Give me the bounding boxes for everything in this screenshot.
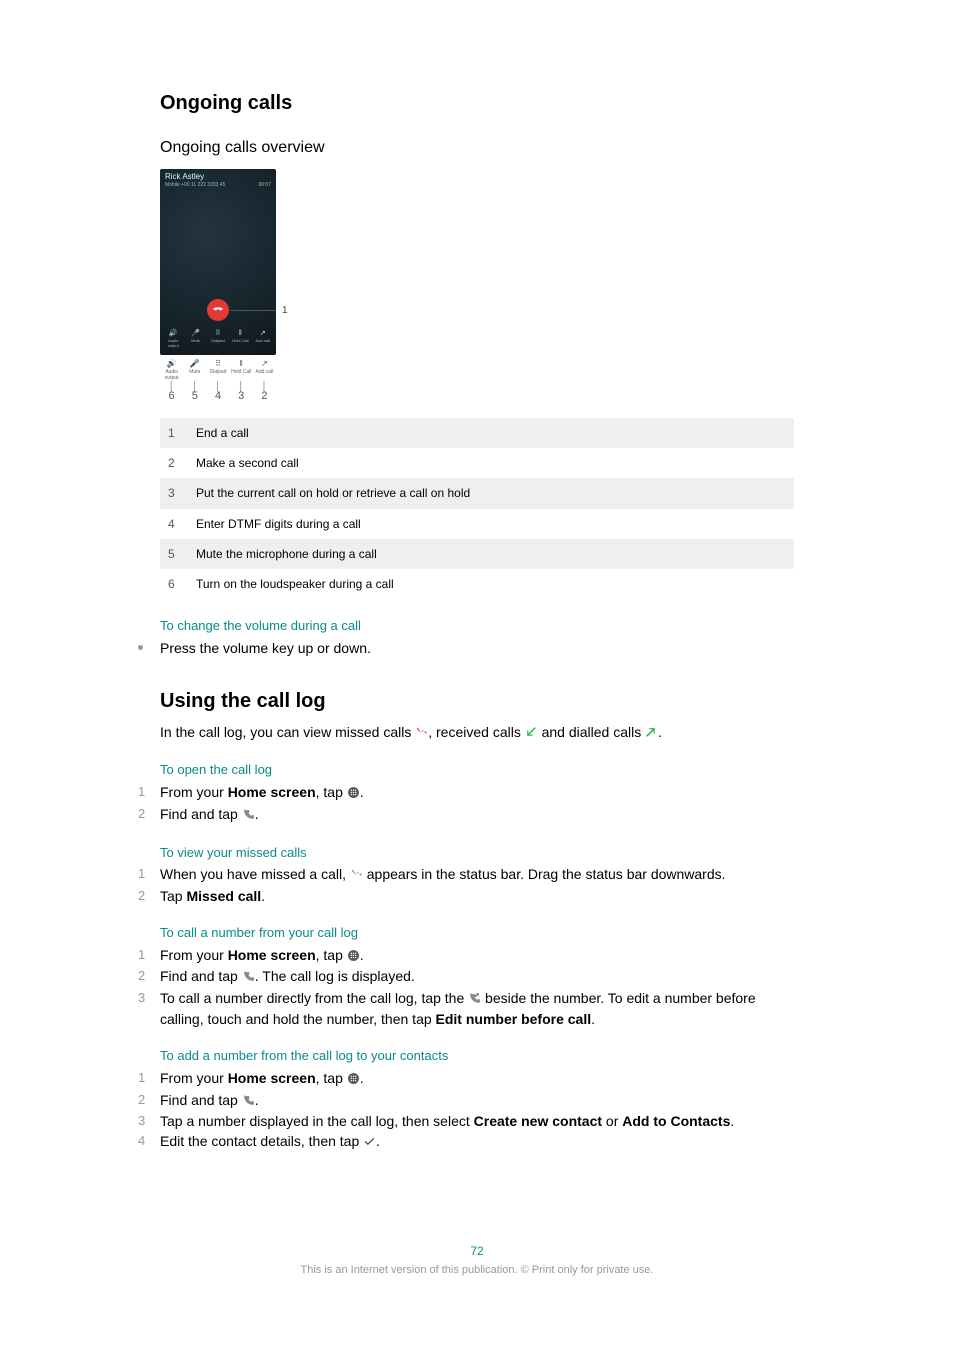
add-call-icon: ↗ (253, 359, 276, 369)
legend-row: 2Make a second call (160, 448, 794, 478)
call-duration: 00:07 (258, 182, 271, 189)
hold-icon: ‖ (230, 359, 253, 369)
legend-row: 1End a call (160, 418, 794, 448)
section-title-call-log: Using the call log (160, 688, 794, 715)
step-item: 4 Edit the contact details, then tap . (138, 1132, 794, 1153)
dialpad-icon: ⠿ (206, 359, 229, 369)
create-new-contact-label: Create new contact (474, 1113, 602, 1129)
home-screen-label: Home screen (228, 1070, 316, 1086)
missed-call-label: Missed call (186, 888, 261, 904)
diagram-icon-row: 🔊 🎤 ⠿ ‖ ↗ (160, 359, 276, 369)
add-call-icon: ↗ (253, 329, 273, 338)
page-number: 72 (160, 1243, 794, 1259)
phone-hangup-icon (212, 304, 224, 316)
apps-grid-icon (347, 785, 360, 804)
step-item: 2 Tap Missed call. (138, 887, 794, 906)
apps-grid-icon (347, 948, 360, 967)
edit-number-label: Edit number before call (436, 1011, 592, 1027)
audio-label: Audio output (163, 338, 183, 349)
legend-row: 5Mute the microphone during a call (160, 539, 794, 569)
caller-name: Rick Astley (160, 169, 276, 183)
legend-row: 4Enter DTMF digits during a call (160, 509, 794, 539)
legend-row: 6Turn on the loudspeaker during a call (160, 569, 794, 599)
step-item: 2 Find and tap . (138, 1091, 794, 1112)
sub-heading-call-from-log: To call a number from your call log (160, 924, 794, 942)
legend-num: 5 (160, 539, 188, 569)
end-call-button (207, 299, 229, 321)
call-back-icon (468, 991, 481, 1010)
legend-text: Enter DTMF digits during a call (188, 509, 794, 539)
speaker-icon: 🔊 (163, 329, 183, 338)
hold-label: Hold Call (230, 338, 250, 343)
step-item: 3 Tap a number displayed in the call log… (138, 1112, 794, 1131)
callout-2: 2 (253, 389, 276, 404)
sub-heading-open-call-log: To open the call log (160, 761, 794, 779)
mute-label: Mute (186, 338, 206, 343)
hold-icon: ‖ (230, 329, 250, 338)
step-item: 3 To call a number directly from the cal… (138, 989, 794, 1029)
legend-num: 4 (160, 509, 188, 539)
legend-text: Put the current call on hold or retrieve… (188, 478, 794, 508)
callout-5: 5 (183, 389, 206, 404)
add-label: Add call (253, 338, 273, 343)
footer-text: This is an Internet version of this publ… (160, 1263, 794, 1278)
legend-num: 1 (160, 418, 188, 448)
speaker-icon: 🔊 (160, 359, 183, 369)
intro-text: In the call log, you can view missed cal… (160, 723, 794, 744)
mute-icon: 🎤 (183, 359, 206, 369)
phone-app-icon (242, 807, 255, 826)
phone-frame: Rick Astley Mobile +00 11 222 3333 45 00… (160, 169, 276, 355)
phone-app-icon (242, 969, 255, 988)
mute-icon: 🎤 (186, 329, 206, 338)
section-title-ongoing-calls: Ongoing calls (160, 90, 794, 117)
dialled-call-icon (645, 725, 658, 744)
missed-call-icon (415, 725, 428, 744)
bullet-item: Press the volume key up or down. (138, 639, 794, 658)
bullet-icon (138, 645, 143, 650)
legend-row: 3Put the current call on hold or retriev… (160, 478, 794, 508)
legend-num: 2 (160, 448, 188, 478)
dialpad-label: Dialpad (208, 338, 228, 343)
phone-app-icon (242, 1093, 255, 1112)
step-item: 1 From your Home screen, tap . (138, 1069, 794, 1090)
legend-num: 3 (160, 478, 188, 508)
legend-text: Turn on the loudspeaker during a call (188, 569, 794, 599)
step-item: 2 Find and tap . The call log is display… (138, 967, 794, 988)
add-to-contacts-label: Add to Contacts (622, 1113, 730, 1129)
step-item: 1 When you have missed a call, appears i… (138, 865, 794, 886)
apps-grid-icon (347, 1071, 360, 1090)
checkmark-icon (363, 1134, 376, 1153)
caller-number: Mobile +00 11 222 3333 45 (165, 182, 225, 189)
received-call-icon (525, 725, 538, 744)
dialpad-icon: ⠿ (208, 329, 228, 338)
subsection-title-overview: Ongoing calls overview (160, 137, 794, 159)
legend-text: End a call (188, 418, 794, 448)
sub-heading-view-missed: To view your missed calls (160, 844, 794, 862)
callout-6: 6 (160, 389, 183, 404)
step-item: 1 From your Home screen, tap . (138, 946, 794, 967)
legend-table: 1End a call 2Make a second call 3Put the… (160, 418, 794, 599)
bullet-text: Press the volume key up or down. (138, 639, 371, 658)
home-screen-label: Home screen (228, 947, 316, 963)
phone-illustration: Rick Astley Mobile +00 11 222 3333 45 00… (160, 169, 300, 404)
callout-3: 3 (230, 389, 253, 404)
callout-4: 4 (206, 389, 229, 404)
missed-call-icon (350, 867, 363, 886)
step-item: 1 From your Home screen, tap . (138, 783, 794, 804)
sub-heading-change-volume: To change the volume during a call (160, 617, 794, 635)
sub-heading-add-to-contacts: To add a number from the call log to you… (160, 1047, 794, 1065)
phone-toolbar: 🔊Audio output 🎤Mute ⠿Dialpad ‖Hold Call … (160, 329, 276, 349)
legend-text: Mute the microphone during a call (188, 539, 794, 569)
callout-1: 1 (282, 304, 288, 318)
legend-num: 6 (160, 569, 188, 599)
step-item: 2 Find and tap . (138, 805, 794, 826)
home-screen-label: Home screen (228, 784, 316, 800)
legend-text: Make a second call (188, 448, 794, 478)
